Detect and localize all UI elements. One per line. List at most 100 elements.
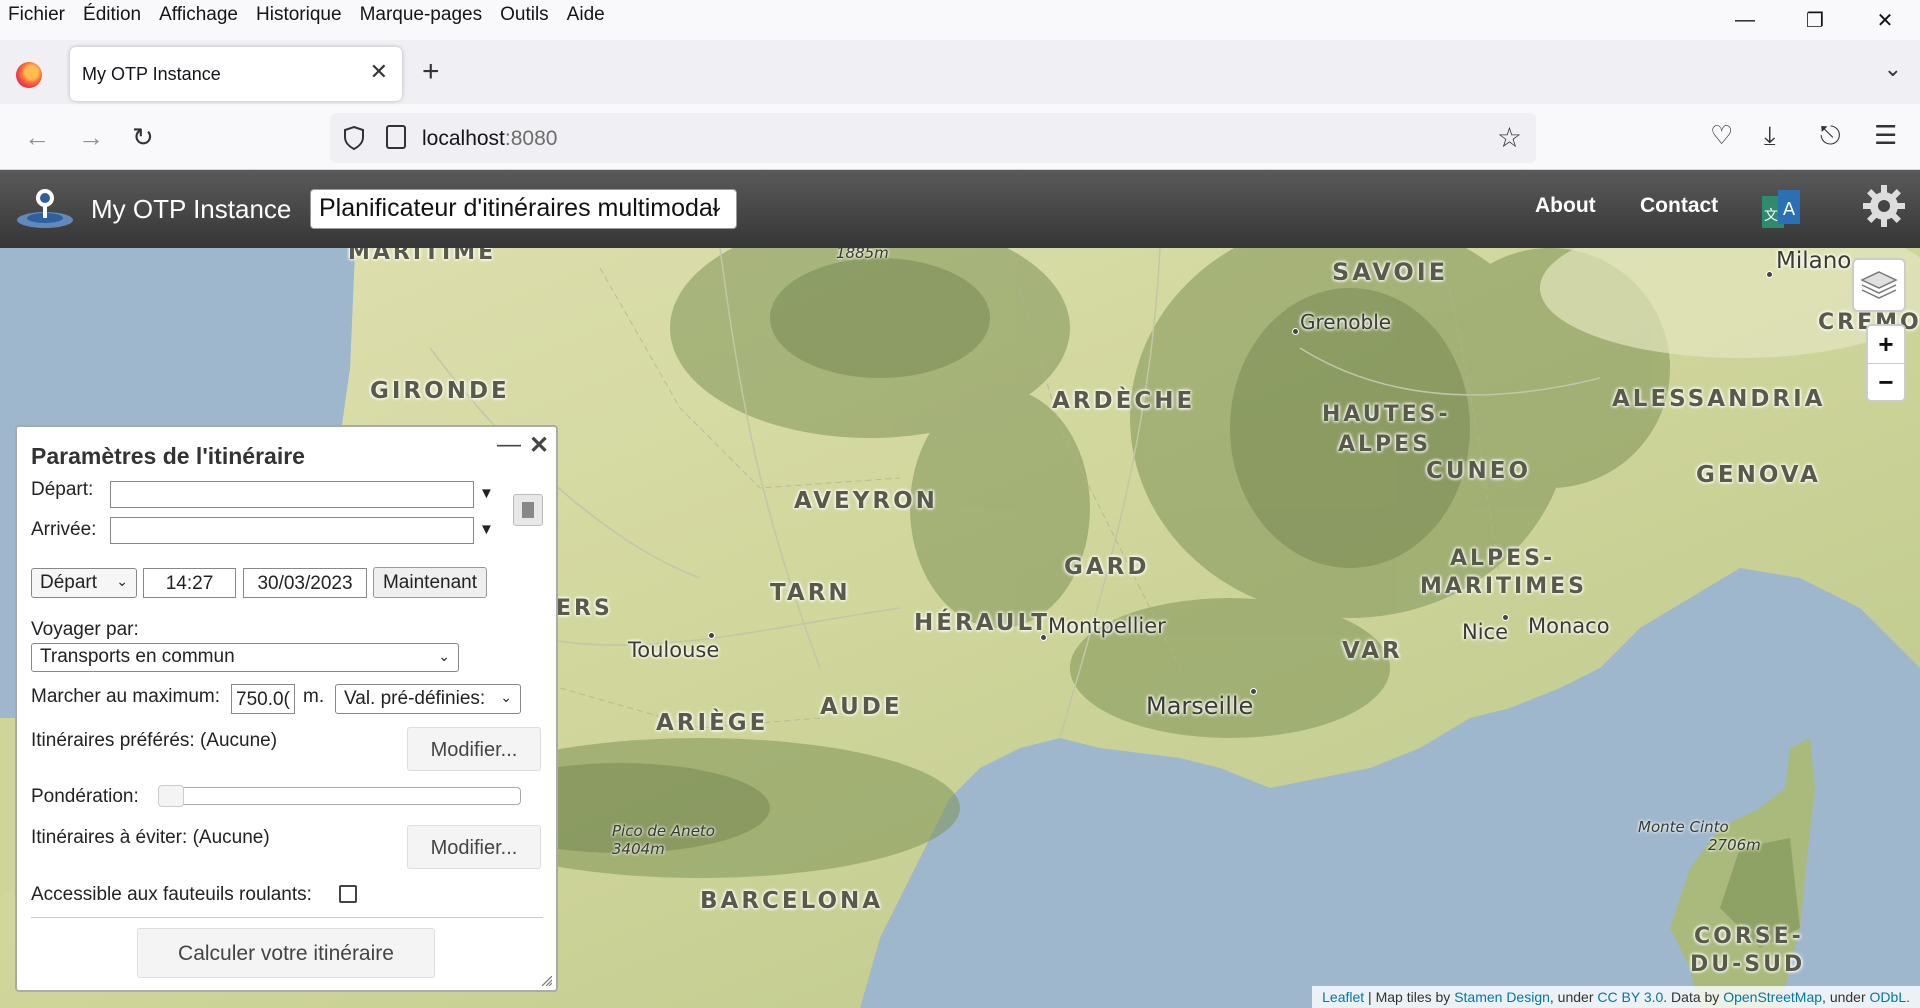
tab-title: My OTP Instance — [82, 64, 221, 84]
odbl-link[interactable]: ODbL. — [1870, 989, 1910, 1005]
modify-preferred-button[interactable]: Modifier... — [407, 727, 541, 771]
zoom-in-button[interactable]: + — [1868, 326, 1904, 363]
trip-planner-panel: Paramètres de l'itinéraire — ✕ Départ: ▼… — [15, 425, 558, 992]
close-icon[interactable]: ✕ — [529, 431, 549, 460]
browser-tab[interactable]: My OTP Instance ✕ — [70, 47, 402, 101]
menu-aide[interactable]: Aide — [567, 4, 605, 26]
app-header: My OTP Instance Planificateur d'itinérai… — [0, 170, 1920, 248]
plan-trip-button[interactable]: Calculer votre itinéraire — [137, 928, 435, 978]
travel-mode-label: Voyager par: — [31, 619, 139, 640]
back-icon[interactable]: ← — [24, 122, 50, 153]
walk-presets-select[interactable]: Val. pré-définies: ⌄ — [335, 684, 521, 714]
browser-menubar: Fichier Édition Affichage Historique Mar… — [0, 0, 1920, 32]
resize-handle-icon[interactable] — [542, 976, 552, 986]
pocket-icon[interactable]: ♡ — [1710, 120, 1733, 151]
divider — [31, 917, 543, 918]
city-label: Grenoble — [1300, 310, 1392, 334]
date-input[interactable]: 30/03/2023 — [243, 568, 367, 598]
download-icon[interactable]: ⤓ — [1764, 120, 1776, 152]
minimize-icon[interactable]: — — [497, 431, 521, 459]
from-label: Départ: — [31, 479, 94, 500]
time-mode-value: Départ — [40, 572, 98, 593]
max-walk-input[interactable]: 750.0( — [231, 684, 295, 714]
region-label: AUDE — [820, 694, 903, 720]
bookmark-star-icon[interactable]: ☆ — [1497, 121, 1522, 154]
new-tab-icon[interactable]: + — [422, 57, 440, 87]
region-label: HÉRAULT — [914, 610, 1050, 636]
about-link[interactable]: About — [1535, 194, 1596, 218]
window-controls: — ❐ ✕ — [1710, 0, 1920, 40]
time-mode-select[interactable]: Départ ⌄ — [31, 568, 137, 598]
peak-label: Monte Cinto 2706m — [1638, 818, 1761, 854]
city-label: Montpellier — [1048, 614, 1166, 638]
region-label: VAR — [1342, 638, 1403, 664]
tab-list-chevron-icon[interactable]: ⌄ — [1884, 56, 1902, 82]
attribution-text: , under — [1549, 989, 1598, 1005]
layers-button[interactable] — [1852, 258, 1906, 312]
from-input[interactable] — [110, 481, 474, 508]
chevron-down-icon: ⌄ — [500, 689, 512, 705]
language-icon[interactable]: A 文 — [1762, 190, 1802, 230]
region-label: ARIÈGE — [656, 710, 769, 736]
osm-link[interactable]: OpenStreetMap — [1723, 989, 1822, 1005]
layers-icon — [1860, 271, 1898, 299]
wheelchair-checkbox[interactable] — [339, 885, 357, 903]
close-window-icon[interactable]: ✕ — [1850, 0, 1920, 40]
menu-fichier[interactable]: Fichier — [8, 4, 65, 26]
forward-icon[interactable]: → — [78, 122, 104, 153]
menu-marque-pages[interactable]: Marque-pages — [360, 4, 483, 26]
reload-icon[interactable]: ↻ — [132, 122, 154, 153]
modify-avoid-button[interactable]: Modifier... — [407, 825, 541, 869]
url-bar[interactable]: localhost:8080 ☆ — [330, 113, 1536, 163]
region-label: GENOVA — [1696, 462, 1821, 488]
menu-historique[interactable]: Historique — [256, 4, 342, 26]
otp-logo-icon — [17, 189, 73, 228]
panel-title: Paramètres de l'itinéraire — [31, 443, 305, 469]
travel-mode-select[interactable]: Transports en commun ⌄ — [31, 643, 459, 672]
tab-close-icon[interactable]: ✕ — [370, 59, 388, 85]
app-title[interactable]: My OTP Instance — [91, 194, 291, 225]
stamen-link[interactable]: Stamen Design — [1454, 989, 1550, 1005]
shield-icon — [344, 125, 364, 151]
firefox-logo-icon — [16, 62, 42, 88]
menu-outils[interactable]: Outils — [500, 4, 549, 26]
region-label: ALESSANDRIA — [1612, 386, 1826, 412]
ccby-link[interactable]: CC BY 3.0 — [1597, 989, 1663, 1005]
peak-label: Pico de Aneto 3404m — [612, 822, 715, 858]
url-text: localhost:8080 — [422, 127, 558, 150]
page-icon — [386, 125, 406, 149]
minimize-window-icon[interactable]: — — [1710, 0, 1780, 40]
city-label: Marseille — [1146, 692, 1254, 720]
chevron-down-icon: ⌄ — [708, 196, 724, 216]
city-label: Monaco — [1528, 614, 1610, 638]
time-input[interactable]: 14:27 — [143, 568, 236, 598]
leaflet-link[interactable]: Leaflet — [1322, 989, 1364, 1005]
region-label: TARN — [770, 580, 851, 606]
contact-link[interactable]: Contact — [1640, 194, 1718, 218]
menu-affichage[interactable]: Affichage — [159, 4, 238, 26]
city-dot — [1292, 328, 1299, 335]
now-button[interactable]: Maintenant — [373, 567, 487, 598]
max-walk-unit: m. — [303, 686, 325, 707]
chevron-down-icon: ⌄ — [116, 573, 128, 589]
walk-presets-value: Val. pré-définies: — [344, 688, 486, 709]
zoom-out-button[interactable]: − — [1868, 363, 1904, 400]
from-dropdown-icon[interactable]: ▼ — [479, 485, 494, 502]
to-input[interactable] — [110, 517, 474, 544]
region-label: HAUTES- — [1322, 402, 1451, 427]
region-label: SAVOIE — [1332, 258, 1449, 286]
to-dropdown-icon[interactable]: ▼ — [479, 521, 494, 538]
mode-select[interactable]: Planificateur d'itinéraires multimodal ⌄ — [310, 189, 737, 229]
weight-slider[interactable] — [158, 785, 521, 807]
hamburger-menu-icon[interactable]: ☰ — [1874, 120, 1897, 151]
peak-label: 1885m — [836, 248, 889, 262]
swap-locations-button[interactable] — [513, 494, 543, 526]
city-dot — [1040, 634, 1047, 641]
extensions-icon[interactable]: ⎋ — [1820, 120, 1841, 152]
zoom-control: + − — [1866, 324, 1906, 402]
menu-edition[interactable]: Édition — [83, 4, 141, 26]
map-attribution: Leaflet | Map tiles by Stamen Design, un… — [1312, 986, 1920, 1008]
restore-window-icon[interactable]: ❐ — [1780, 0, 1850, 40]
gear-icon[interactable] — [1862, 184, 1906, 228]
weight-slider-handle[interactable] — [158, 785, 184, 807]
